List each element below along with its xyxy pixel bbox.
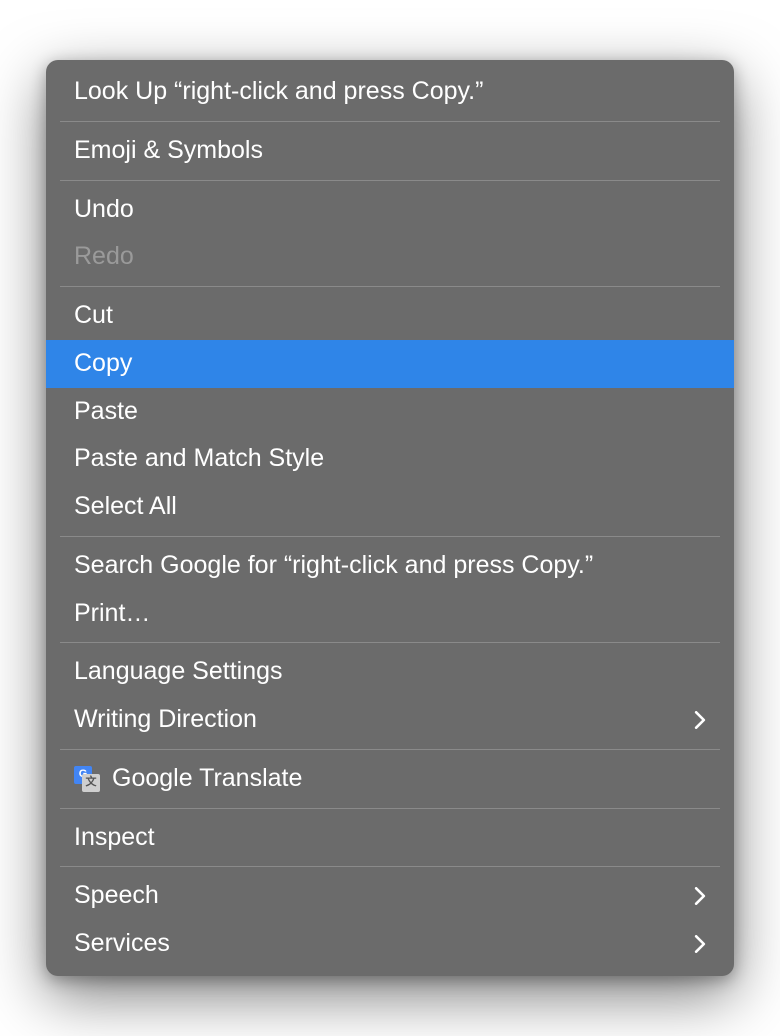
menu-item-paste-match-style[interactable]: Paste and Match Style — [46, 435, 734, 483]
menu-divider — [60, 642, 720, 643]
google-translate-icon: G 文 — [74, 766, 100, 792]
menu-item-label: Redo — [74, 240, 134, 274]
menu-item-lookup[interactable]: Look Up “right-click and press Copy.” — [46, 68, 734, 116]
menu-divider — [60, 286, 720, 287]
menu-item-inspect[interactable]: Inspect — [46, 814, 734, 862]
menu-item-copy[interactable]: Copy — [46, 340, 734, 388]
menu-item-label: Print… — [74, 597, 150, 631]
menu-item-label: Select All — [74, 490, 177, 524]
menu-item-label: Search Google for “right-click and press… — [74, 549, 593, 583]
chevron-right-icon — [694, 935, 706, 953]
menu-item-redo: Redo — [46, 233, 734, 281]
menu-item-label: Language Settings — [74, 655, 283, 689]
menu-divider — [60, 866, 720, 867]
menu-item-language-settings[interactable]: Language Settings — [46, 648, 734, 696]
menu-item-search-google[interactable]: Search Google for “right-click and press… — [46, 542, 734, 590]
menu-item-label: Cut — [74, 299, 113, 333]
menu-item-label: Writing Direction — [74, 703, 257, 737]
menu-item-label: Speech — [74, 879, 159, 913]
menu-divider — [60, 749, 720, 750]
menu-item-label: Copy — [74, 347, 132, 381]
menu-item-label: Paste and Match Style — [74, 442, 324, 476]
menu-item-label: Look Up “right-click and press Copy.” — [74, 75, 483, 109]
context-menu: Look Up “right-click and press Copy.” Em… — [46, 60, 734, 976]
menu-item-writing-direction[interactable]: Writing Direction — [46, 696, 734, 744]
menu-item-label: Emoji & Symbols — [74, 134, 263, 168]
chevron-right-icon — [694, 887, 706, 905]
menu-item-select-all[interactable]: Select All — [46, 483, 734, 531]
menu-item-paste[interactable]: Paste — [46, 388, 734, 436]
menu-item-emoji-symbols[interactable]: Emoji & Symbols — [46, 127, 734, 175]
menu-item-services[interactable]: Services — [46, 920, 734, 968]
menu-item-label: Inspect — [74, 821, 155, 855]
menu-divider — [60, 536, 720, 537]
menu-divider — [60, 808, 720, 809]
menu-item-cut[interactable]: Cut — [46, 292, 734, 340]
menu-item-speech[interactable]: Speech — [46, 872, 734, 920]
menu-item-print[interactable]: Print… — [46, 590, 734, 638]
chevron-right-icon — [694, 711, 706, 729]
menu-item-label: Undo — [74, 193, 134, 227]
menu-divider — [60, 180, 720, 181]
menu-item-google-translate[interactable]: G 文 Google Translate — [46, 755, 734, 803]
menu-divider — [60, 121, 720, 122]
menu-item-undo[interactable]: Undo — [46, 186, 734, 234]
menu-item-label: Services — [74, 927, 170, 961]
menu-item-label: Paste — [74, 395, 138, 429]
menu-item-label: Google Translate — [112, 762, 302, 796]
